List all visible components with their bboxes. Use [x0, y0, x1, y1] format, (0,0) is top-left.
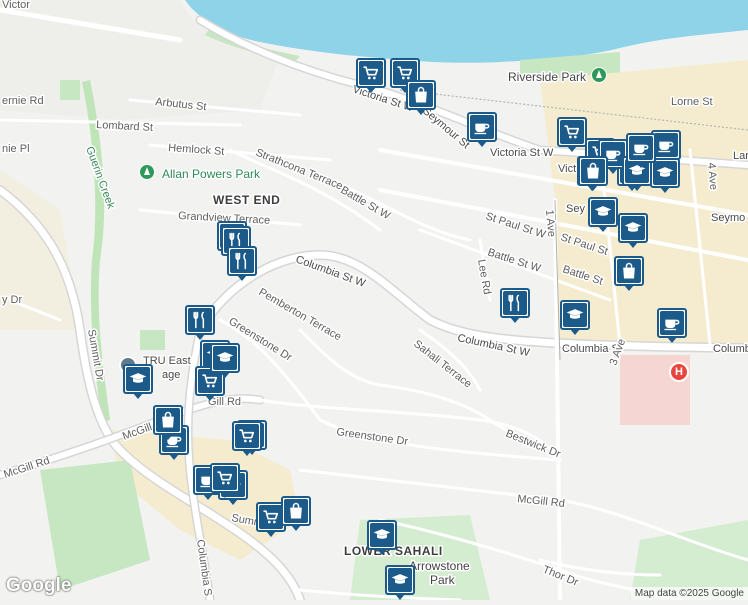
cart-marker-x4[interactable]	[210, 463, 240, 498]
label-arrowstone-1: Arrowstone	[409, 559, 470, 573]
restaurant-icon	[503, 291, 527, 315]
label-victoria-edge: Vict	[558, 163, 576, 175]
label-riverside-park: Riverside Park	[508, 70, 587, 84]
school-marker-22[interactable]	[210, 343, 240, 378]
label-arrowstone-2: Park	[430, 573, 456, 587]
school-marker-x3[interactable]	[123, 364, 153, 399]
cart-icon	[359, 61, 383, 85]
cart-icon	[213, 466, 237, 490]
label-lan-edge: Lan	[733, 150, 748, 162]
label-1-ave: 1 Ave	[543, 209, 557, 237]
school-icon	[621, 216, 645, 240]
school-icon	[591, 200, 615, 224]
map-canvas[interactable]: Victor ernie Rd nie Pl Arbutus St Lombar…	[0, 0, 748, 605]
bag-marker-2[interactable]	[406, 80, 436, 115]
school-icon	[370, 523, 394, 547]
riverside-park-pin-icon[interactable]	[591, 67, 607, 83]
school-marker-14[interactable]	[588, 197, 618, 232]
school-marker-19[interactable]	[618, 213, 648, 248]
cart-icon	[259, 505, 283, 529]
bag-icon	[617, 259, 641, 283]
bag-marker-x5[interactable]	[153, 405, 183, 440]
school-icon	[563, 303, 587, 327]
coffee-icon	[470, 115, 494, 139]
restaurant-icon	[188, 308, 212, 332]
coffee-icon	[654, 133, 678, 157]
label-victoria-top: Victor	[2, 0, 30, 11]
bag-icon	[156, 408, 180, 432]
restaurant-marker-17[interactable]	[227, 246, 257, 281]
school-icon	[388, 568, 412, 592]
restaurant-marker-x0[interactable]	[500, 288, 530, 323]
restaurant-icon	[230, 249, 254, 273]
bag-icon	[581, 159, 605, 183]
label-nie-pl: nie Pl	[2, 143, 30, 155]
label-lorne-st: Lorne St	[671, 96, 713, 108]
school-icon	[213, 346, 237, 370]
coffee-marker-3[interactable]	[467, 112, 497, 147]
map-attribution[interactable]: Map data ©2025 Google	[630, 587, 748, 600]
bag-marker-12[interactable]	[578, 156, 608, 191]
label-ernie-rd: ernie Rd	[2, 95, 44, 107]
school-marker-31[interactable]	[367, 520, 397, 555]
coffee-marker-x2[interactable]	[657, 308, 687, 343]
cart-marker-4[interactable]	[557, 117, 587, 152]
school-icon	[126, 367, 150, 391]
bag-marker-30[interactable]	[281, 496, 311, 531]
cart-icon	[560, 120, 584, 144]
google-logo: Google	[6, 575, 72, 596]
label-tru-east-2: age	[162, 369, 180, 381]
cart-marker-0[interactable]	[356, 58, 386, 93]
label-4-ave: 4 Ave	[705, 162, 719, 190]
bag-icon	[284, 499, 308, 523]
school-marker-32[interactable]	[385, 565, 415, 600]
label-victoria-st-w-right: Victoria St W	[490, 147, 554, 159]
label-columbia-edge: Columbia	[713, 343, 748, 355]
label-seymour-edge: Seymo	[711, 212, 745, 224]
label-west-end: WEST END	[213, 193, 280, 207]
hospital-icon[interactable]: H	[669, 362, 689, 382]
coffee-marker-15[interactable]	[626, 133, 656, 168]
cart-marker-26[interactable]	[232, 421, 262, 456]
label-seymour-edge-2: Sey	[566, 203, 585, 215]
label-allan-powers-park: Allan Powers Park	[162, 167, 261, 181]
cart-icon	[235, 424, 259, 448]
school-marker-x1[interactable]	[560, 300, 590, 335]
bag-marker-23[interactable]	[614, 256, 644, 291]
coffee-icon	[660, 311, 684, 335]
allan-powers-park-pin-icon[interactable]	[139, 164, 155, 180]
bag-icon	[409, 83, 433, 107]
school-icon	[653, 161, 677, 185]
restaurant-marker-18[interactable]	[185, 305, 215, 340]
label-y-dr: y Dr	[2, 294, 23, 306]
coffee-icon	[629, 136, 653, 160]
